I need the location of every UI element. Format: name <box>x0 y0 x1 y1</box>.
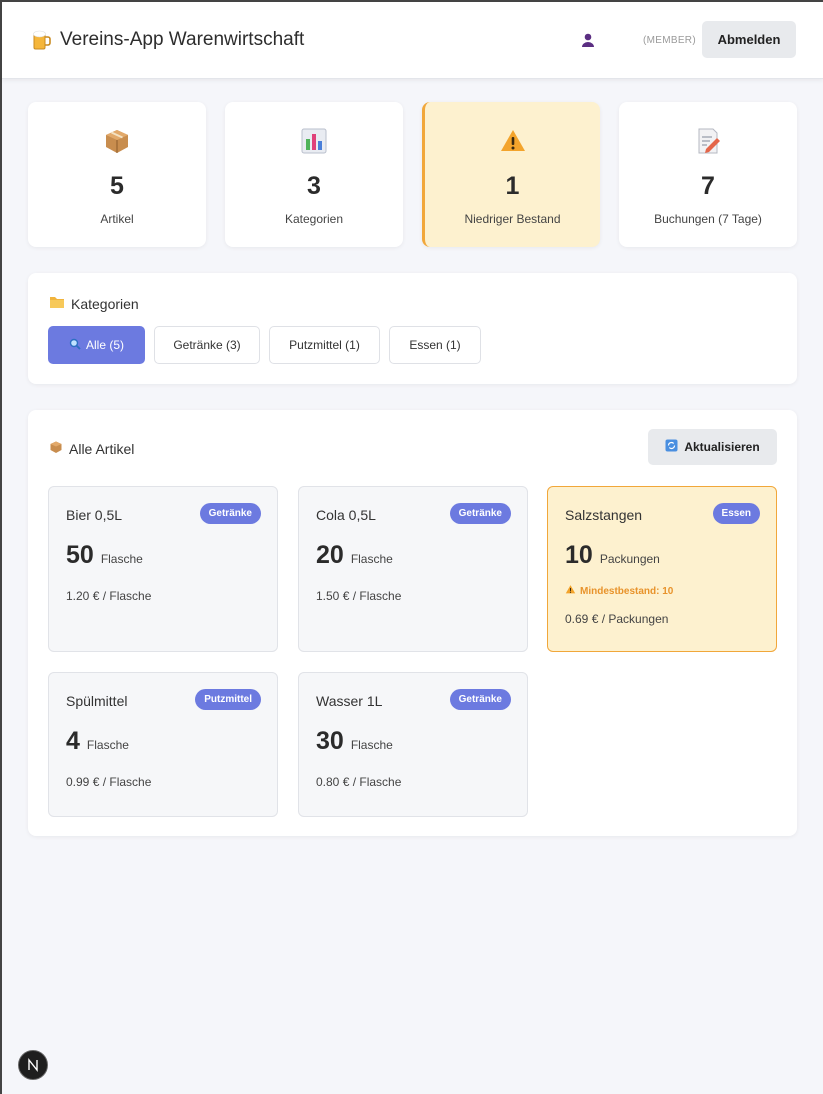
package-icon <box>49 440 63 457</box>
quantity-unit: Packungen <box>599 552 660 566</box>
stat-label: Buchungen (7 Tage) <box>654 212 762 226</box>
article-card-bier[interactable]: Bier 0,5L Getränke 50 Flasche 1.20 € / F… <box>48 486 278 652</box>
quantity-value: 50 <box>66 541 94 569</box>
min-stock-text: Mindestbestand: 10 <box>580 585 674 597</box>
app-header: Vereins-App Warenwirtschaft (MEMBER) Abm… <box>2 2 823 79</box>
filter-putzmittel[interactable]: Putzmittel (1) <box>269 326 380 364</box>
magnifier-icon <box>69 338 81 353</box>
article-price: 1.50 € / Flasche <box>316 589 402 603</box>
stat-value: 3 <box>307 172 321 200</box>
stat-value: 1 <box>505 172 520 200</box>
category-badge: Essen <box>712 503 760 524</box>
min-stock-warning: Mindestbestand: 10 <box>565 584 673 598</box>
stat-value: 7 <box>701 172 715 200</box>
category-badge: Putzmittel <box>195 689 261 710</box>
stat-card-low-stock: 1 Niedriger Bestand <box>422 102 600 247</box>
article-quantity: 50 Flasche <box>66 541 143 570</box>
article-name: Spülmittel <box>66 693 128 709</box>
article-quantity: 4 Flasche <box>66 727 129 756</box>
filter-label: Putzmittel (1) <box>289 338 360 352</box>
package-icon <box>28 127 206 157</box>
articles-panel: Alle Artikel Aktualisieren Bier 0,5L Get… <box>28 410 797 836</box>
beer-mug-icon <box>32 29 52 56</box>
nextjs-dev-badge[interactable] <box>18 1050 48 1080</box>
refresh-label: Aktualisieren <box>684 440 760 454</box>
quantity-unit: Flasche <box>350 738 393 752</box>
quantity-value: 10 <box>565 541 593 569</box>
refresh-button[interactable]: Aktualisieren <box>648 429 777 465</box>
bar-chart-icon <box>225 127 403 157</box>
article-quantity: 30 Flasche <box>316 727 393 756</box>
stat-card-articles: 5 Artikel <box>28 102 206 247</box>
filter-getraenke[interactable]: Getränke (3) <box>154 326 260 364</box>
stat-card-categories: 3 Kategorien <box>225 102 403 247</box>
app-title: Vereins-App Warenwirtschaft <box>60 29 305 50</box>
quantity-unit: Flasche <box>100 552 143 566</box>
articles-title: Alle Artikel <box>49 440 134 457</box>
stat-card-bookings: 7 Buchungen (7 Tage) <box>619 102 797 247</box>
stat-label: Kategorien <box>284 212 344 226</box>
article-name: Wasser 1L <box>316 693 383 709</box>
category-badge: Getränke <box>449 503 511 524</box>
warning-icon <box>425 127 600 157</box>
quantity-value: 30 <box>316 727 344 755</box>
article-name: Bier 0,5L <box>66 507 123 523</box>
warning-icon <box>565 584 576 598</box>
user-icon <box>581 32 595 48</box>
categories-panel: Kategorien Alle (5) Getränke (3) Putzmit… <box>28 273 797 384</box>
categories-title: Kategorien <box>49 295 139 312</box>
article-card-wasser[interactable]: Wasser 1L Getränke 30 Flasche 0.80 € / F… <box>298 672 528 817</box>
quantity-value: 20 <box>316 541 344 569</box>
n-logo-icon <box>28 1058 38 1072</box>
stat-value: 5 <box>110 172 124 200</box>
filter-label: Alle (5) <box>85 338 124 352</box>
filter-label: Essen (1) <box>409 338 461 352</box>
article-price: 0.69 € / Packungen <box>565 612 669 626</box>
user-role: (MEMBER) <box>643 35 696 46</box>
stat-label: Niedriger Bestand <box>464 212 561 226</box>
article-card-spuelmittel[interactable]: Spülmittel Putzmittel 4 Flasche 0.99 € /… <box>48 672 278 817</box>
article-price: 0.80 € / Flasche <box>316 775 402 789</box>
category-badge: Getränke <box>449 689 511 710</box>
article-quantity: 10 Packungen <box>565 541 660 570</box>
category-badge: Getränke <box>199 503 261 524</box>
article-card-cola[interactable]: Cola 0,5L Getränke 20 Flasche 1.50 € / F… <box>298 486 528 652</box>
logout-button[interactable]: Abmelden <box>702 21 796 58</box>
refresh-icon <box>665 439 678 455</box>
categories-title-text: Kategorien <box>71 295 139 312</box>
articles-title-text: Alle Artikel <box>69 440 135 457</box>
article-price: 1.20 € / Flasche <box>66 589 152 603</box>
article-card-salzstangen[interactable]: Salzstangen Essen 10 Packungen Mindestbe… <box>547 486 777 652</box>
filter-all[interactable]: Alle (5) <box>48 326 145 364</box>
folder-icon <box>49 295 65 312</box>
filter-essen[interactable]: Essen (1) <box>389 326 481 364</box>
memo-icon <box>619 127 797 157</box>
quantity-unit: Flasche <box>350 552 393 566</box>
quantity-unit: Flasche <box>86 738 129 752</box>
article-quantity: 20 Flasche <box>316 541 393 570</box>
article-price: 0.99 € / Flasche <box>66 775 152 789</box>
article-name: Cola 0,5L <box>316 507 376 523</box>
article-name: Salzstangen <box>565 507 643 523</box>
quantity-value: 4 <box>66 727 80 755</box>
filter-label: Getränke (3) <box>173 338 241 352</box>
stat-label: Artikel <box>100 212 134 226</box>
